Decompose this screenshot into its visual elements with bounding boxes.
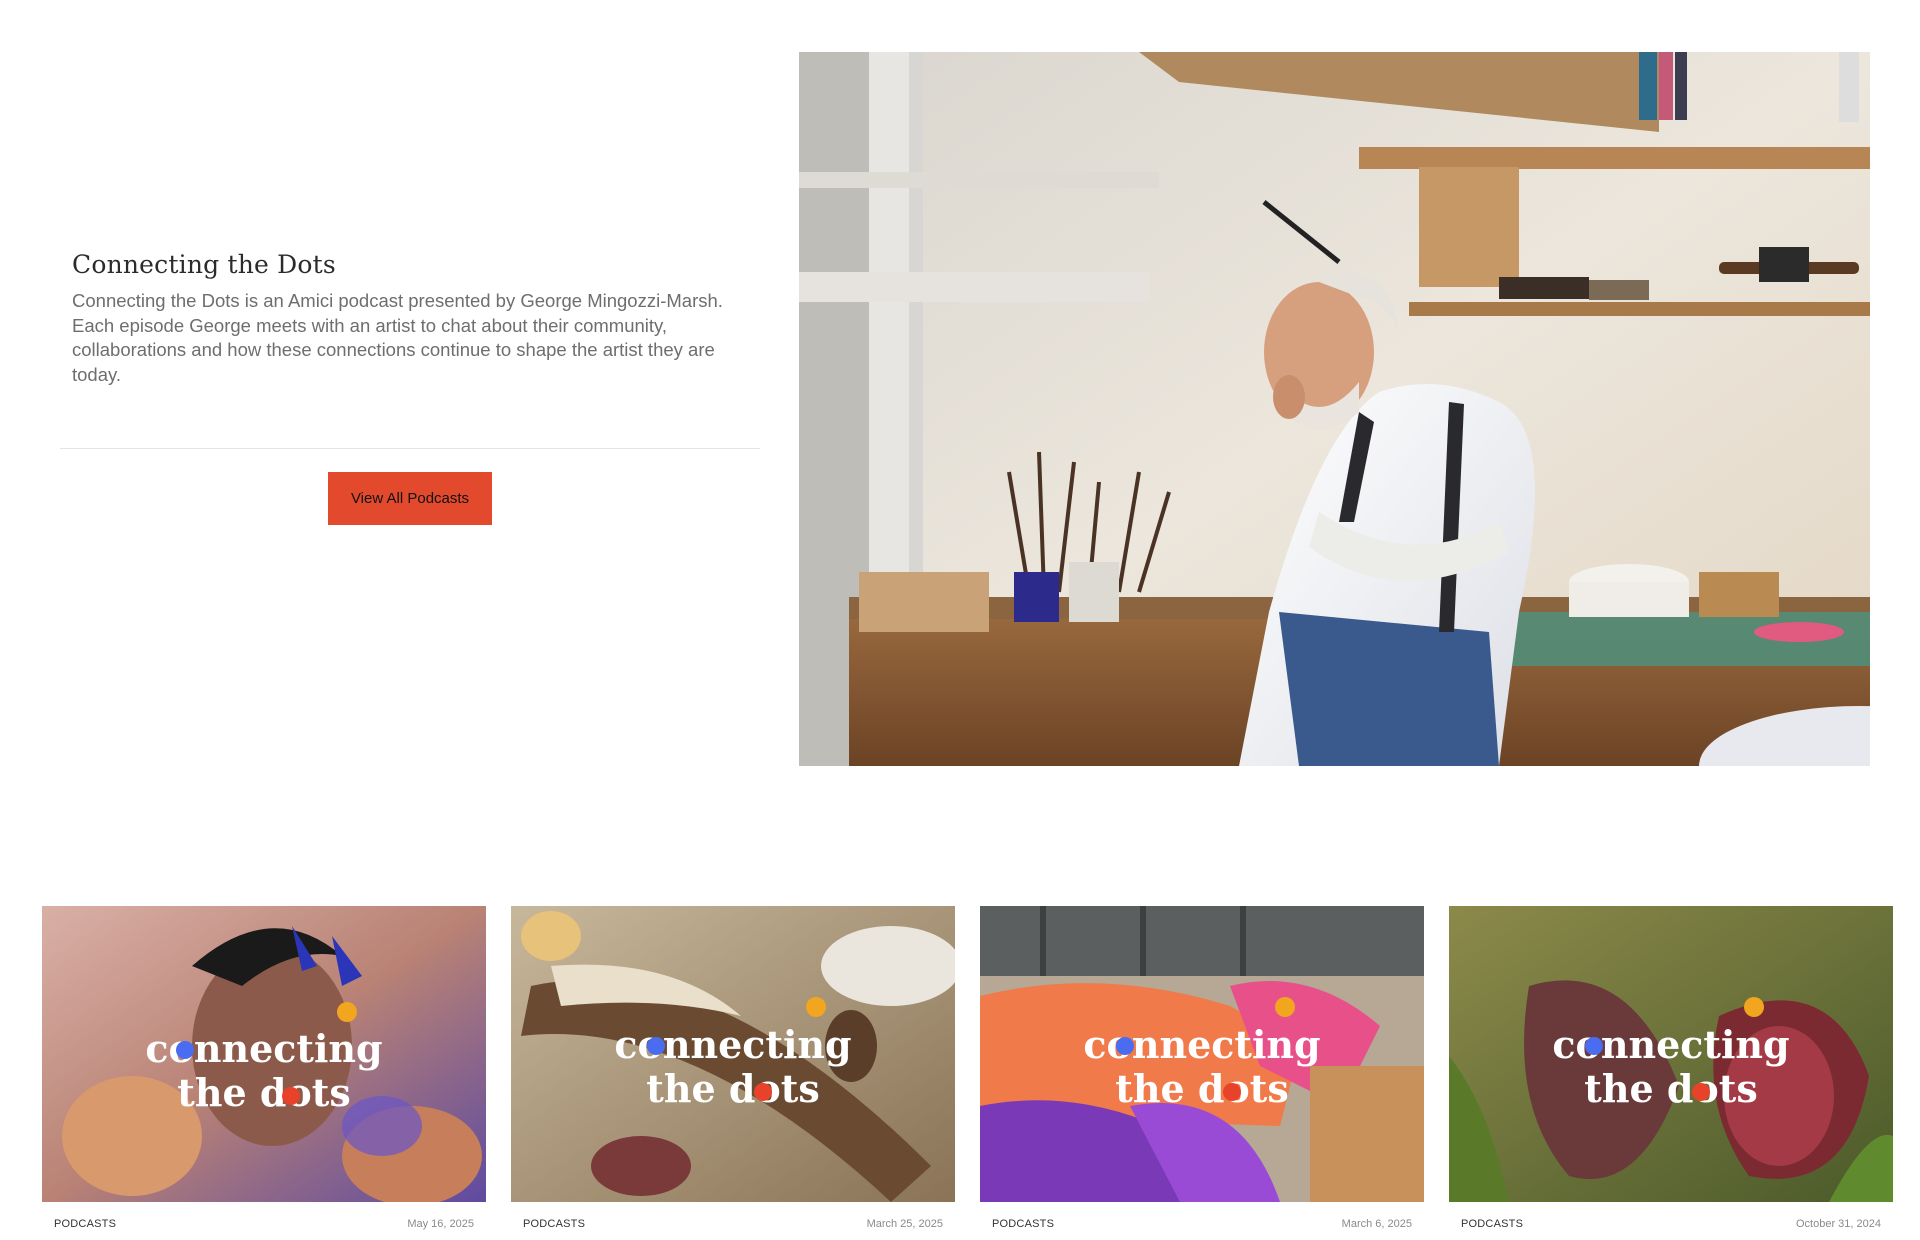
dot-blue-icon <box>1585 1037 1603 1055</box>
dot-red-icon <box>754 1083 772 1101</box>
dot-blue-icon <box>1116 1037 1134 1055</box>
podcast-card[interactable]: connecting the dots PODCASTS March 25, 2… <box>511 906 955 1230</box>
podcast-title: Connecting the Dots <box>72 250 336 279</box>
podcast-thumbnail[interactable]: connecting the dots <box>980 906 1424 1202</box>
card-date: March 25, 2025 <box>866 1218 943 1230</box>
hero-photo <box>799 52 1870 766</box>
card-category[interactable]: PODCASTS <box>1461 1218 1523 1230</box>
dot-yellow-icon <box>337 1002 357 1022</box>
card-category[interactable]: PODCASTS <box>992 1218 1054 1230</box>
podcast-card[interactable]: connecting the dots PODCASTS October 31,… <box>1449 906 1893 1230</box>
dot-yellow-icon <box>1275 997 1295 1017</box>
card-date: May 16, 2025 <box>407 1218 474 1230</box>
logo-line-2: the dots <box>177 1070 350 1115</box>
logo-line-2: the dots <box>1115 1066 1288 1111</box>
dot-red-icon <box>1223 1083 1241 1101</box>
card-category[interactable]: PODCASTS <box>523 1218 585 1230</box>
dot-yellow-icon <box>1744 997 1764 1017</box>
podcast-thumbnail[interactable]: connecting the dots <box>511 906 955 1202</box>
dot-red-icon <box>282 1087 300 1105</box>
logo-line-2: the dots <box>1584 1066 1757 1111</box>
podcast-thumbnail[interactable]: connecting the dots <box>1449 906 1893 1202</box>
dot-blue-icon <box>647 1037 665 1055</box>
podcast-thumbnail[interactable]: connecting the dots <box>42 906 486 1202</box>
podcast-intro: Connecting the Dots Connecting the Dots … <box>72 250 732 387</box>
dot-blue-icon <box>176 1041 194 1059</box>
card-date: March 6, 2025 <box>1341 1218 1412 1230</box>
dot-yellow-icon <box>806 997 826 1017</box>
podcast-card[interactable]: connecting the dots PODCASTS May 16, 202… <box>42 906 486 1230</box>
card-date: October 31, 2024 <box>1795 1218 1881 1230</box>
divider <box>60 448 760 449</box>
card-category[interactable]: PODCASTS <box>54 1218 116 1230</box>
podcast-description: Connecting the Dots is an Amici podcast … <box>72 290 723 385</box>
dot-red-icon <box>1692 1083 1710 1101</box>
view-all-podcasts-button[interactable]: View All Podcasts <box>328 472 492 525</box>
podcast-card[interactable]: connecting the dots PODCASTS March 6, 20… <box>980 906 1424 1230</box>
logo-line-2: the dots <box>646 1066 819 1111</box>
hero-image <box>799 52 1870 766</box>
